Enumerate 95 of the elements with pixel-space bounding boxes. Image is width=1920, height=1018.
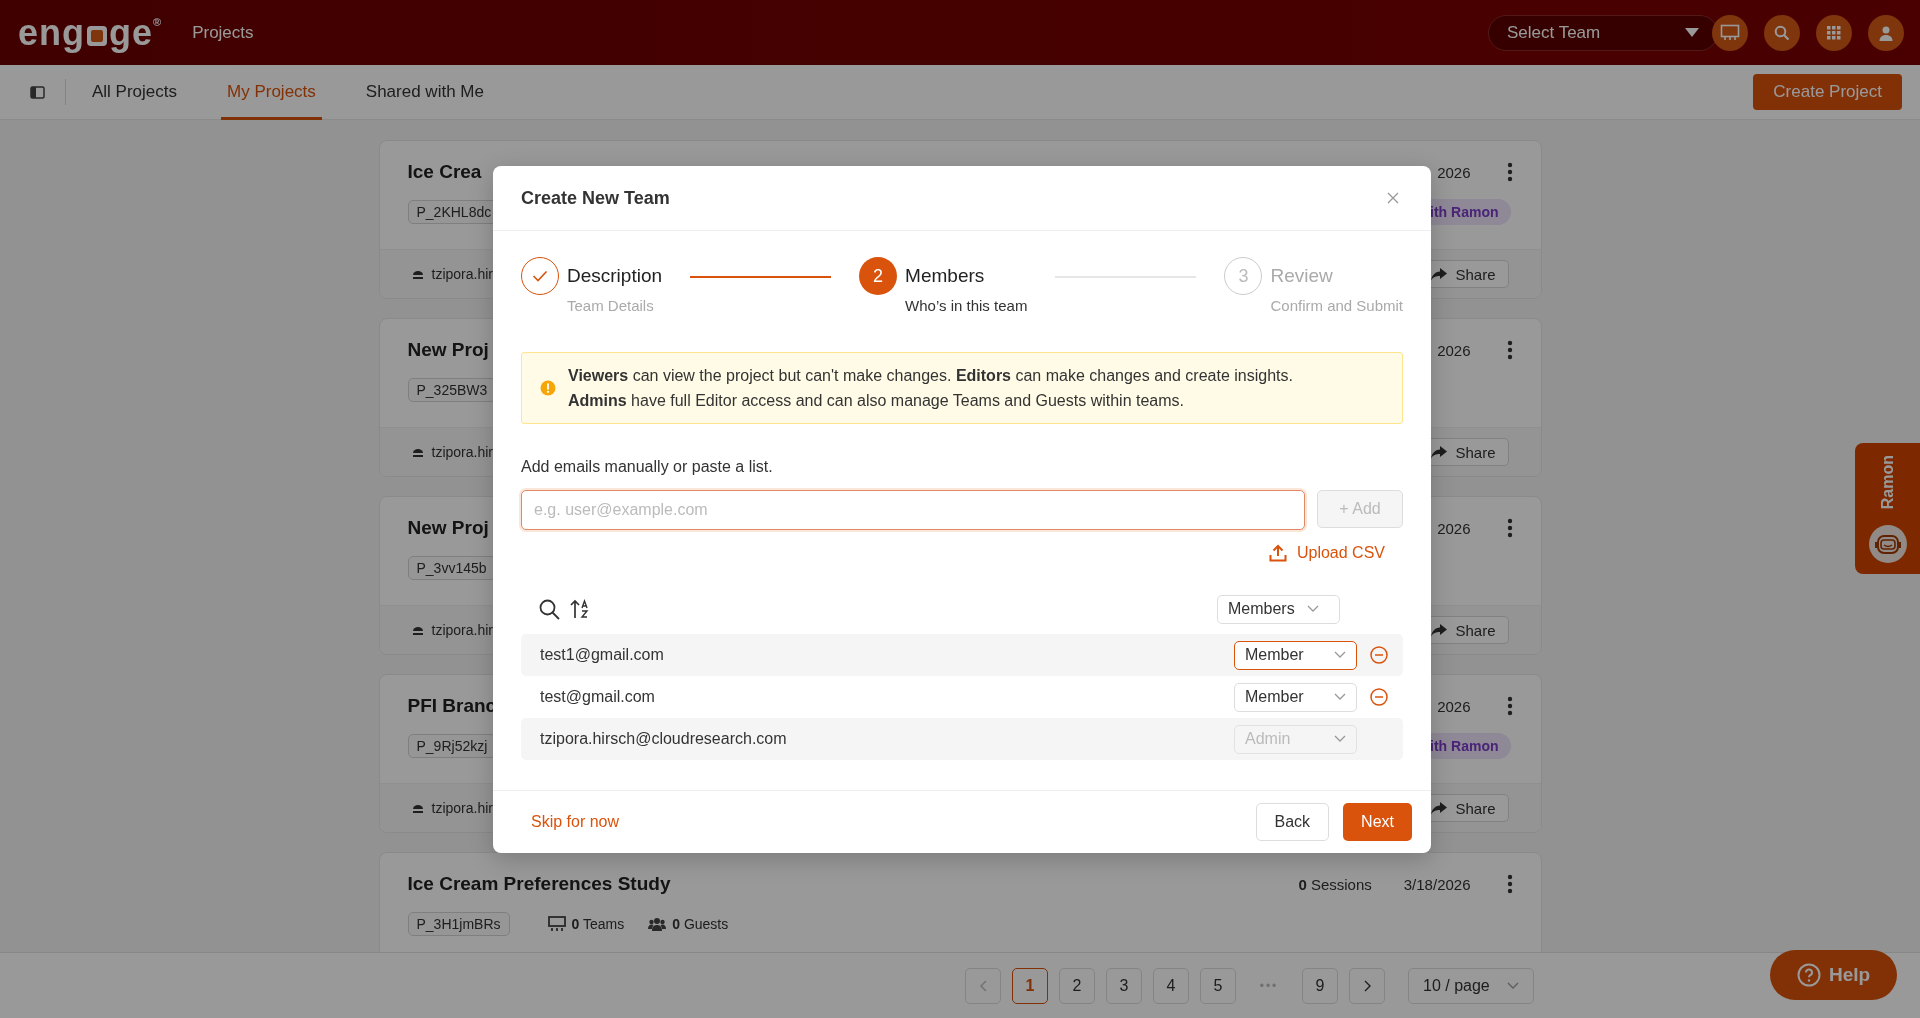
member-email: test@gmail.com: [540, 688, 656, 706]
project-id-chip: P_3H1jmBRs: [407, 912, 510, 936]
grid-icon: [1827, 25, 1841, 40]
remove-circle-icon[interactable]: [1369, 687, 1389, 707]
member-email: tzipora.hirsch@cloudresearch.com: [540, 730, 788, 748]
search-icon: [1774, 24, 1790, 41]
section-title: Projects: [192, 22, 254, 43]
project-date: 2026: [1437, 519, 1471, 537]
role-select[interactable]: Member: [1234, 640, 1357, 670]
teams-icon: [547, 916, 566, 932]
share-arrow-icon: [1431, 801, 1448, 815]
chevron-down-icon: [1507, 981, 1519, 990]
sort-icon[interactable]: [570, 599, 590, 619]
presentation-board-icon: [1720, 23, 1740, 42]
chevron-right-icon: [1363, 979, 1371, 992]
search-icon[interactable]: [539, 598, 560, 620]
step-title: Description: [567, 264, 663, 288]
ramon-side-tab[interactable]: Ramon: [1855, 443, 1920, 574]
page-button[interactable]: 2: [1059, 967, 1095, 1004]
chevron-left-icon: [979, 979, 987, 992]
project-title: Ice Crea: [407, 161, 482, 183]
chevron-down-icon: [1334, 735, 1346, 743]
chevron-down-icon: [1307, 605, 1319, 613]
project-date: 2026: [1437, 697, 1471, 715]
header-icon-button[interactable]: [1764, 14, 1800, 51]
members-filter-select[interactable]: Members: [1217, 594, 1340, 624]
step-title: Members: [905, 264, 986, 288]
header-icon-button[interactable]: [1868, 14, 1904, 51]
user-icon: [1878, 24, 1894, 41]
project-title: New Proj: [407, 339, 489, 361]
back-button[interactable]: Back: [1255, 803, 1330, 841]
upload-csv-link[interactable]: Upload CSV: [1268, 544, 1385, 562]
project-title: PFI Branc: [407, 695, 497, 717]
question-circle-icon: [1796, 963, 1821, 987]
page-button[interactable]: 3: [1106, 967, 1142, 1004]
users-icon: [648, 917, 667, 931]
close-icon: [1387, 192, 1399, 204]
skip-link[interactable]: Skip for now: [531, 813, 620, 831]
member-email: test1@gmail.com: [540, 646, 665, 664]
project-date: 2026: [1437, 341, 1471, 359]
page-button[interactable]: 5: [1200, 967, 1236, 1004]
page-size-select[interactable]: 10 / page: [1408, 967, 1534, 1004]
robot-icon: [1867, 524, 1908, 564]
project-date: 2026: [1437, 163, 1471, 181]
project-id-chip: P_3vv145b: [407, 556, 496, 580]
nav-tab[interactable]: Shared with Me: [359, 64, 490, 120]
share-arrow-icon: [1431, 267, 1448, 281]
nav-tab[interactable]: My Projects: [221, 64, 322, 120]
sessions-count: 0 Sessions: [1298, 875, 1372, 893]
chevron-down-icon: [1334, 693, 1346, 701]
role-select[interactable]: Member: [1234, 682, 1357, 712]
chevron-down-icon: [1334, 651, 1346, 659]
page-button[interactable]: 4: [1153, 967, 1189, 1004]
caret-icon: [1685, 28, 1699, 37]
more-options-icon[interactable]: [1506, 162, 1513, 182]
owner-email: tzipora.hir: [431, 266, 493, 282]
help-button[interactable]: Help: [1770, 950, 1897, 1000]
engage-logo[interactable]: eng ge®: [18, 14, 163, 51]
logo-square-icon: [86, 24, 108, 47]
owner-email: tzipora.hir: [431, 444, 493, 460]
next-button[interactable]: Next: [1343, 803, 1412, 841]
step-indicator: 2: [859, 257, 898, 295]
step-subtitle: Confirm and Submit: [1270, 297, 1403, 314]
alert-text: Admins have full Editor access and can also manage Teams and Guests within teams.: [568, 391, 1185, 411]
step-subtitle: Team Details: [567, 297, 655, 314]
more-options-icon[interactable]: [1506, 874, 1513, 894]
step-title: Review: [1270, 264, 1334, 288]
check-icon: [532, 270, 548, 282]
owner-email: tzipora.hir: [431, 622, 493, 638]
project-title: Ice Cream Preferences Study: [407, 873, 671, 895]
page-button[interactable]: 9: [1302, 967, 1338, 1004]
email-label: Add emails manually or paste a list.: [521, 458, 774, 476]
project-title: New Proj: [407, 517, 489, 539]
header-icon-button[interactable]: [1816, 14, 1852, 51]
teams-count: 0 Teams: [571, 916, 625, 932]
owner-email: tzipora.hir: [431, 800, 493, 816]
remove-circle-icon[interactable]: [1369, 645, 1389, 665]
sidebar-toggle-icon[interactable]: [30, 85, 45, 99]
nav-tab[interactable]: All Projects: [86, 64, 184, 120]
email-input-field[interactable]: e.g. user@example.com: [521, 490, 1305, 530]
project-date: 3/18/2026: [1403, 875, 1471, 893]
share-arrow-icon: [1431, 445, 1448, 459]
upload-icon: [1268, 544, 1287, 562]
more-options-icon[interactable]: [1506, 340, 1513, 360]
warning-circle-icon: [540, 380, 556, 396]
alert-text: Viewers can view the project but can't make changes. Editors can make changes and create insights.: [568, 366, 1293, 386]
step-subtitle: Who’s in this team: [905, 297, 1028, 314]
more-options-icon[interactable]: [1506, 518, 1513, 538]
share-arrow-icon: [1431, 623, 1448, 637]
page-button[interactable]: 1: [1012, 967, 1048, 1004]
header-icon-button[interactable]: [1712, 14, 1748, 51]
create-project-button[interactable]: Create Project: [1753, 74, 1902, 110]
more-options-icon[interactable]: [1506, 696, 1513, 716]
dialog-title: Create New Team: [521, 187, 670, 209]
guests-count: 0 Guests: [672, 916, 729, 932]
